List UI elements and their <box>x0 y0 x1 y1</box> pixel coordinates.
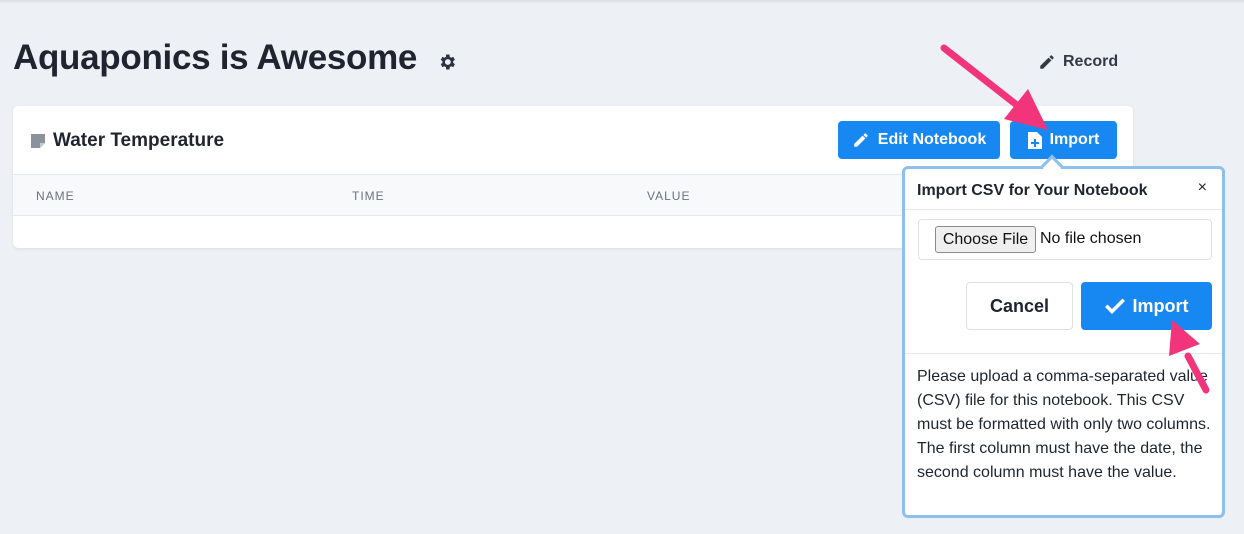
notebook-header: Water Temperature Edit Notebook Import <box>13 106 1133 174</box>
confirm-import-label: Import <box>1132 295 1189 316</box>
column-header-time: TIME <box>352 189 385 203</box>
pencil-icon <box>1040 55 1054 69</box>
file-import-icon <box>1027 131 1042 149</box>
divider <box>905 209 1222 210</box>
notebook-title: Water Temperature <box>53 130 225 151</box>
import-button[interactable]: Import <box>1010 121 1117 159</box>
choose-file-button[interactable]: Choose File <box>935 226 1036 253</box>
import-label: Import <box>1049 131 1100 148</box>
close-icon[interactable]: × <box>1198 179 1207 197</box>
file-status: No file chosen <box>1040 230 1142 247</box>
page-title: Aquaponics is Awesome <box>13 38 418 77</box>
column-header-name: NAME <box>36 189 75 203</box>
divider <box>905 353 1222 354</box>
cancel-button[interactable]: Cancel <box>966 282 1073 330</box>
record-label: Record <box>1063 53 1119 70</box>
record-button[interactable]: Record <box>1038 50 1118 74</box>
sticky-note-icon <box>31 134 45 148</box>
check-icon <box>1104 298 1125 314</box>
column-header-value: VALUE <box>647 189 691 203</box>
file-input[interactable]: Choose File No file chosen <box>918 219 1212 260</box>
confirm-import-button[interactable]: Import <box>1081 282 1212 330</box>
import-csv-popover: Import CSV for Your Notebook × Choose Fi… <box>902 166 1225 518</box>
gear-icon[interactable] <box>437 52 457 72</box>
top-shadow <box>0 0 1244 4</box>
popover-title: Import CSV for Your Notebook <box>917 182 1148 199</box>
pencil-icon <box>854 133 868 147</box>
edit-notebook-button[interactable]: Edit Notebook <box>838 121 1000 159</box>
edit-notebook-label: Edit Notebook <box>877 131 987 148</box>
help-text: Please upload a comma-separated value (C… <box>917 368 1211 481</box>
